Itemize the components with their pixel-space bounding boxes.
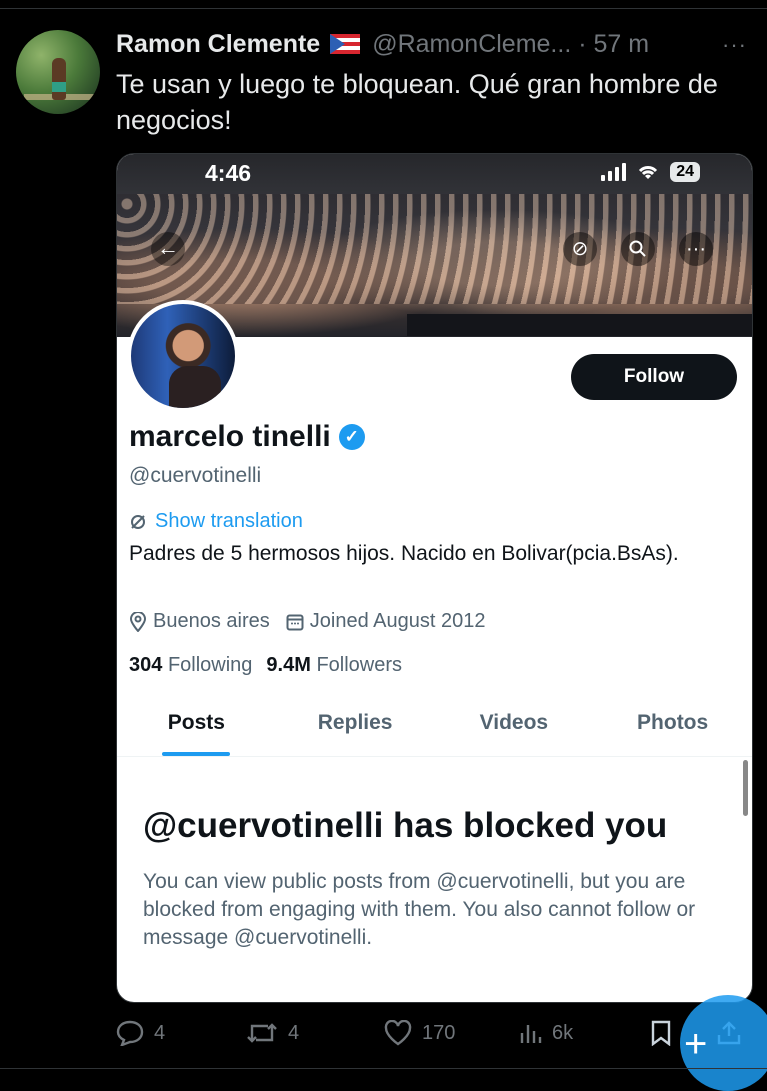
location-text: Buenos aires [153, 610, 270, 632]
puerto-rico-flag-icon [330, 34, 361, 54]
compose-icon[interactable]: + [684, 1022, 707, 1067]
status-icons: 24 [601, 162, 700, 182]
author-handle-time[interactable]: @RamonCleme... · 57 m [372, 30, 649, 59]
like-icon [384, 1020, 412, 1046]
calendar-icon [286, 614, 304, 630]
bookmark-button[interactable] [650, 1020, 672, 1046]
tweet-actions: 4 4 170 6k [116, 1016, 756, 1050]
attached-screenshot[interactable]: 4:46 24 ← ⊘ ··· Follow marcelo tinelli ✓… [116, 153, 753, 1003]
views-button[interactable]: 6k [518, 1021, 573, 1045]
profile-name: marcelo tinelli ✓ [129, 420, 365, 454]
blocked-title: @cuervotinelli has blocked you [143, 806, 668, 845]
grok-icon[interactable]: ⊘ [563, 232, 597, 266]
profile-handle: @cuervotinelli [129, 464, 262, 487]
tweet-text: Te usan y luego te bloquean. Qué gran ho… [116, 69, 718, 135]
bookmark-icon [651, 1020, 671, 1046]
more-options-icon[interactable]: ··· [722, 32, 747, 58]
verified-icon: ✓ [338, 424, 365, 450]
tab-videos[interactable]: Videos [435, 694, 594, 756]
profile-avatar[interactable] [127, 300, 239, 412]
show-translation-label[interactable]: Show translation [155, 510, 303, 533]
views-icon [520, 1025, 542, 1043]
author-name[interactable]: Ramon Clemente [116, 30, 320, 59]
profile-tabs: Posts Replies Videos Photos [117, 694, 752, 757]
repost-icon [247, 1023, 277, 1043]
repost-button[interactable]: 4 [246, 1021, 299, 1045]
translate-icon [131, 514, 145, 529]
wifi-icon [639, 166, 658, 179]
profile-name-text: marcelo tinelli [129, 420, 331, 453]
blocked-description: You can view public posts from @cuervoti… [143, 870, 696, 949]
author-avatar[interactable] [16, 30, 100, 114]
reply-button[interactable]: 4 [116, 1020, 165, 1046]
tab-photos[interactable]: Photos [593, 694, 752, 756]
scrollbar[interactable] [743, 760, 748, 816]
follow-button[interactable]: Follow [571, 354, 737, 400]
top-divider [0, 8, 767, 9]
tab-replies[interactable]: Replies [276, 694, 435, 756]
tab-posts[interactable]: Posts [117, 694, 276, 756]
following-link[interactable]: 304 Following [129, 654, 252, 677]
tweet-header: Ramon Clemente @RamonCleme... · 57 m [116, 28, 747, 60]
follow-counts: 304 Following 9.4M Followers [129, 654, 402, 677]
search-icon[interactable] [621, 232, 655, 266]
status-time: 4:46 [205, 160, 252, 186]
location-icon [129, 611, 147, 632]
profile-bio: Padres de 5 hermosos hijos. Nacido en Bo… [129, 542, 679, 565]
followers-link[interactable]: 9.4M Followers [266, 654, 402, 677]
battery-indicator: 24 [670, 162, 700, 182]
show-translation-link[interactable]: Show translation [129, 510, 303, 533]
bottom-divider [0, 1068, 767, 1069]
more-icon[interactable]: ··· [679, 232, 713, 266]
joined-text: Joined August 2012 [309, 610, 486, 632]
back-arrow-icon[interactable]: ← [151, 232, 185, 266]
reply-icon [116, 1020, 144, 1046]
signal-icon [601, 163, 627, 181]
like-button[interactable]: 170 [384, 1020, 455, 1046]
profile-meta: Buenos aires Joined August 2012 [129, 610, 485, 633]
